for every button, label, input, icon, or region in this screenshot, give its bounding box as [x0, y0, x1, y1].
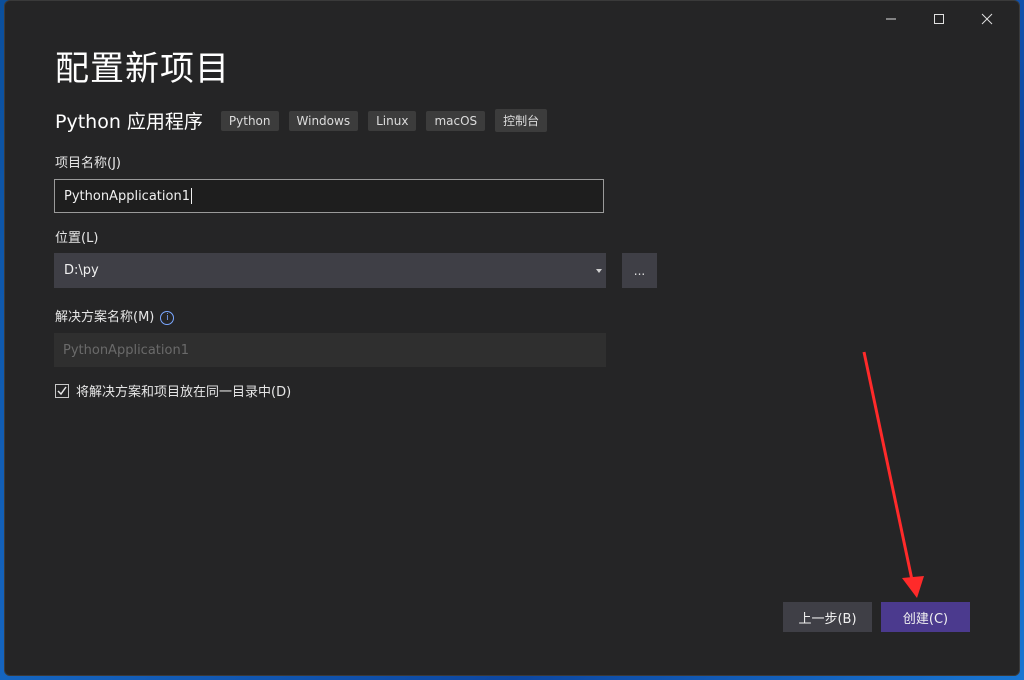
- location-value: D:\py: [64, 263, 99, 278]
- solution-name-input: PythonApplication1: [54, 333, 606, 367]
- solution-name-label: 解决方案名称(M): [55, 310, 155, 325]
- minimize-icon[interactable]: [867, 5, 915, 33]
- maximize-icon[interactable]: [915, 5, 963, 33]
- configure-project-dialog: 配置新项目 Python 应用程序 Python Windows Linux m…: [4, 0, 1020, 676]
- back-button-label: 上一步(B): [798, 611, 857, 627]
- same-directory-label: 将解决方案和项目放在同一目录中(D): [76, 385, 292, 400]
- template-name: Python 应用程序: [55, 111, 203, 133]
- browse-label: ...: [633, 263, 646, 278]
- tag-windows: Windows: [288, 110, 359, 131]
- chevron-down-icon[interactable]: [596, 269, 602, 273]
- page-title: 配置新项目: [55, 49, 230, 89]
- create-button[interactable]: 创建(C): [881, 602, 970, 632]
- solution-name-placeholder: PythonApplication1: [63, 342, 189, 358]
- tag-linux: Linux: [368, 110, 417, 131]
- location-label: 位置(L): [55, 231, 99, 246]
- project-name-value: PythonApplication1: [64, 188, 190, 204]
- location-combobox[interactable]: D:\py: [54, 253, 606, 288]
- caption-buttons: [867, 5, 1011, 33]
- text-caret: [190, 188, 192, 204]
- project-name-input[interactable]: PythonApplication1: [54, 179, 604, 213]
- project-name-label: 项目名称(J): [55, 156, 121, 171]
- tag-python: Python: [220, 110, 279, 131]
- checkmark-icon: [57, 386, 67, 395]
- solution-name-label-row: 解决方案名称(M) i: [55, 306, 175, 325]
- tag-console: 控制台: [495, 109, 548, 132]
- same-directory-option[interactable]: 将解决方案和项目放在同一目录中(D): [55, 381, 291, 400]
- tag-macos: macOS: [426, 110, 486, 131]
- back-button[interactable]: 上一步(B): [783, 602, 872, 632]
- template-header: Python 应用程序 Python Windows Linux macOS 控…: [55, 107, 557, 134]
- browse-button[interactable]: ...: [622, 253, 657, 288]
- create-button-label: 创建(C): [902, 611, 949, 627]
- close-icon[interactable]: [963, 5, 1011, 33]
- same-directory-checkbox[interactable]: [55, 383, 69, 398]
- info-icon[interactable]: i: [160, 310, 175, 325]
